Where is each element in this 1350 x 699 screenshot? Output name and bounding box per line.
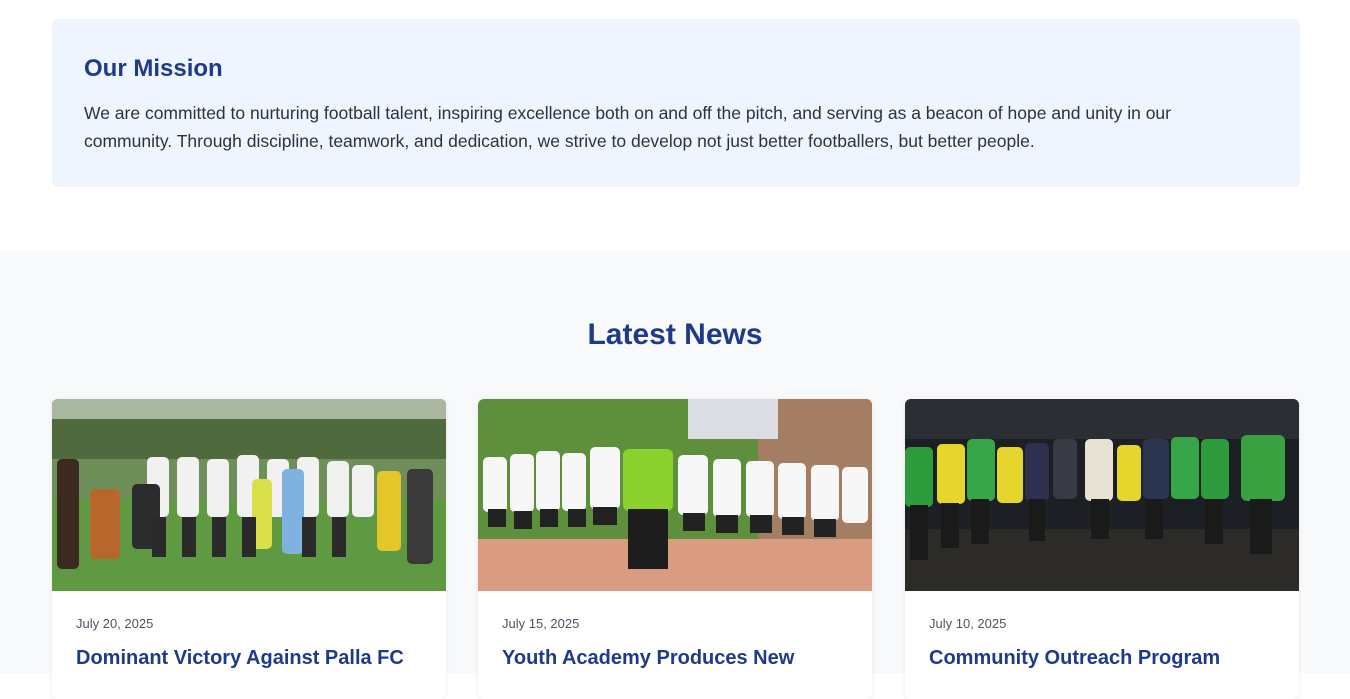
latest-news-section: Latest News July 20, 2025 Dominant Victo… [0, 251, 1350, 699]
news-title-link[interactable]: Youth Academy Produces New [502, 645, 848, 671]
latest-news-heading: Latest News [587, 318, 763, 351]
mission-section: Our Mission We are committed to nurturin… [0, 0, 1350, 251]
news-card-body: July 15, 2025 Youth Academy Produces New [478, 591, 872, 671]
news-card[interactable]: July 20, 2025 Dominant Victory Against P… [52, 399, 446, 699]
news-card-body: July 20, 2025 Dominant Victory Against P… [52, 591, 446, 671]
mission-card: Our Mission We are committed to nurturin… [52, 19, 1300, 187]
news-image-team-photo[interactable] [52, 399, 446, 591]
news-card-body: July 10, 2025 Community Outreach Program [905, 591, 1299, 671]
mission-text: We are committed to nurturing football t… [84, 103, 1171, 151]
news-date: July 10, 2025 [929, 616, 1007, 631]
news-date: July 20, 2025 [76, 616, 154, 631]
mission-title: Our Mission [84, 55, 223, 82]
news-title-link[interactable]: Dominant Victory Against Palla FC [76, 645, 422, 671]
news-card[interactable]: July 10, 2025 Community Outreach Program [905, 399, 1299, 699]
news-image-youth-academy[interactable] [478, 399, 872, 591]
news-title-link[interactable]: Community Outreach Program [929, 645, 1275, 671]
news-card[interactable]: July 15, 2025 Youth Academy Produces New [478, 399, 872, 699]
news-date: July 15, 2025 [502, 616, 580, 631]
news-image-community-outreach[interactable] [905, 399, 1299, 591]
